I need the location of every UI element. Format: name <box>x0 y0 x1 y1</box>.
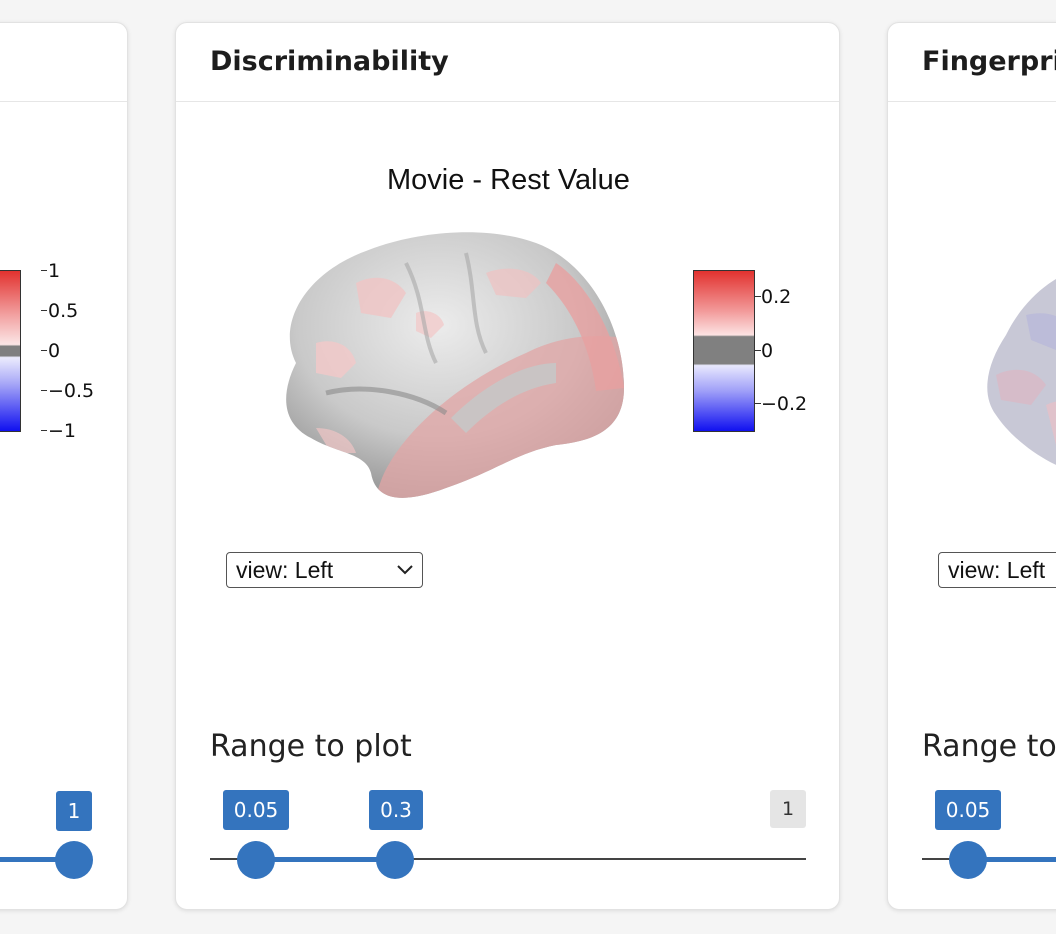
fingerprint-card: Fingerprin view: Left Range to 0.05 <box>887 22 1056 910</box>
range-label: Range to plot <box>210 729 412 764</box>
brain-surface-plot <box>286 232 625 498</box>
slider-high-badge: 0.3 <box>369 790 423 830</box>
left-colorbar-tick: 0.5 <box>48 300 79 322</box>
left-colorbar-tick: −1 <box>48 420 77 442</box>
card-header: Fingerprin <box>888 23 1056 102</box>
colorbar <box>693 270 755 432</box>
card-header: Discriminability <box>176 23 839 102</box>
view-select[interactable]: view: Left <box>226 552 423 588</box>
left-card: 1 0.5 0 −0.5 −1 1 <box>0 22 128 910</box>
slider-high-handle[interactable] <box>376 841 414 879</box>
colorbar-tick: 0 <box>761 340 774 362</box>
view-select[interactable]: view: Left <box>938 552 1056 588</box>
view-select-value: view: Left <box>948 557 1046 583</box>
slider-low-handle[interactable] <box>237 841 275 879</box>
slider-max-badge: 1 <box>770 790 806 828</box>
card-title: Discriminability <box>210 46 449 77</box>
view-select-value: view: Left <box>236 557 334 583</box>
brain-surface-plot <box>987 279 1056 465</box>
colorbar-tick: −0.2 <box>761 393 808 415</box>
slider-fill <box>256 857 396 862</box>
slider-low-badge: 0.05 <box>935 790 1001 830</box>
slider-low-badge: 0.05 <box>223 790 289 830</box>
left-colorbar-tick: −0.5 <box>48 380 95 402</box>
left-slider-handle[interactable] <box>55 841 93 879</box>
card-title: Fingerprin <box>922 46 1056 77</box>
left-card-header <box>0 23 127 102</box>
plot-title: Movie - Rest Value <box>387 164 630 196</box>
colorbar-tick: 0.2 <box>761 286 792 308</box>
discriminability-card: Discriminability Movie - Rest Value 0.2 … <box>175 22 840 910</box>
left-colorbar-tick: 0 <box>48 340 61 362</box>
chevron-down-icon <box>397 565 413 575</box>
left-colorbar-tick: 1 <box>48 260 61 282</box>
range-label: Range to <box>922 729 1056 764</box>
slider-low-handle[interactable] <box>949 841 987 879</box>
left-colorbar <box>0 270 21 432</box>
left-slider-max-badge: 1 <box>56 791 92 831</box>
